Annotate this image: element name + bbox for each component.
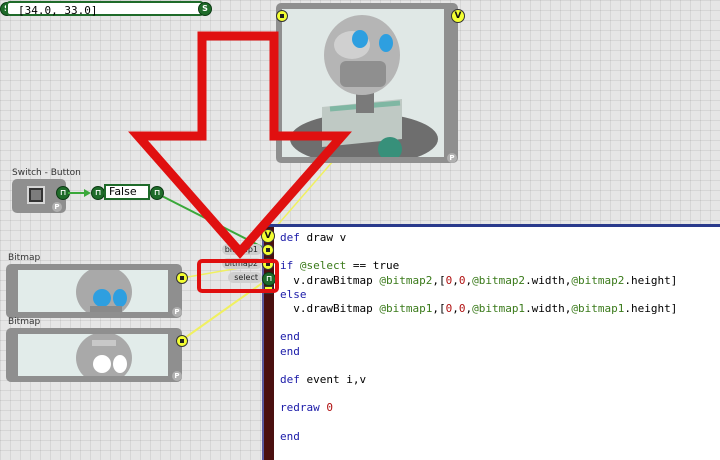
annotation-arrow-icon [128, 31, 352, 259]
